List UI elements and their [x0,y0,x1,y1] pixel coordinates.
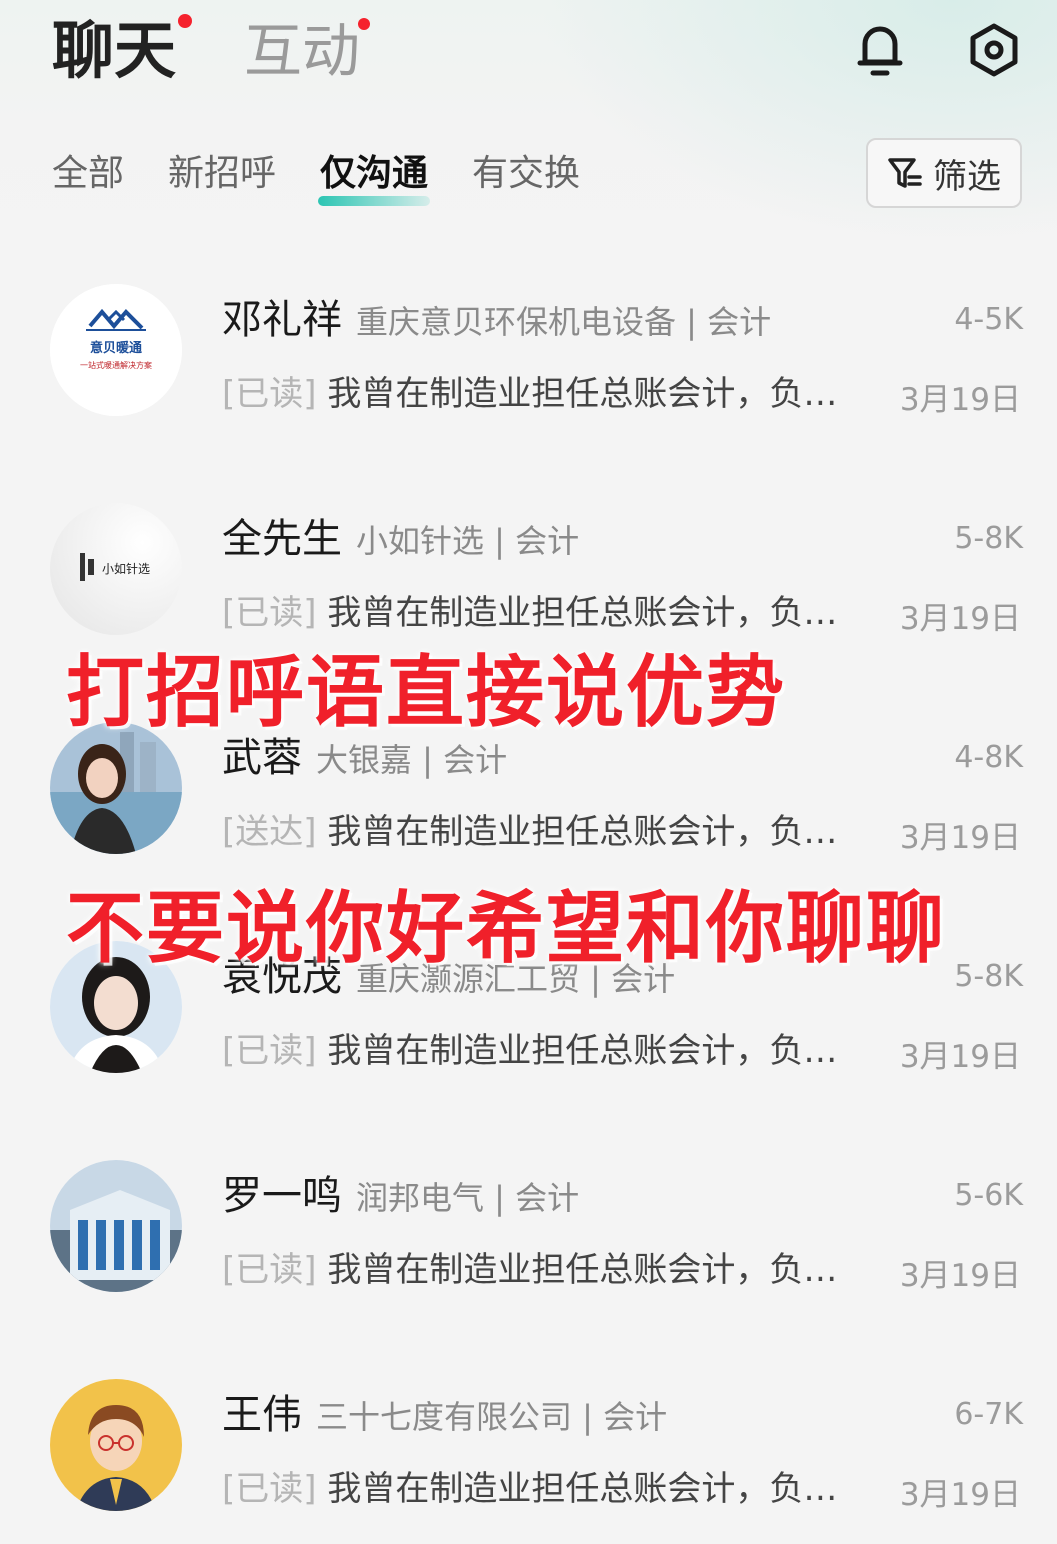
overlay-caption-advantage: 打招呼语直接说优势 [66,648,787,738]
message-text: 我曾在制造业担任总账会计，负… [327,1250,838,1290]
last-message: [送达] 我曾在制造业担任总账会计，负… [222,810,837,854]
company-text: 小如针选 | 会计 [356,522,580,560]
last-message: [已读] 我曾在制造业担任总账会计，负… [222,1467,837,1511]
avatar [50,1160,182,1292]
delivery-status: [送达] [222,812,317,852]
tab-chat[interactable]: 聊天 [52,14,193,88]
subtab-all[interactable]: 全部 [52,148,124,200]
filter-button[interactable]: 筛选 [866,138,1022,208]
salary-range: 5-8K [954,521,1023,556]
subtab-communicated[interactable]: 仅沟通 [318,148,431,206]
avatar [50,1379,182,1511]
tab-interaction[interactable]: 互动 [244,14,371,88]
name-text: 邓礼祥 [222,297,342,343]
salary-range: 4-5K [954,302,1023,337]
salary-range: 5-8K [954,959,1023,994]
settings-gear-icon[interactable] [962,18,1026,82]
message-time: 3月19日 [899,1258,1021,1294]
active-underline [318,196,431,206]
read-status: [已读] [222,593,317,633]
subtab-communicated-label: 仅沟通 [320,153,429,194]
read-status: [已读] [222,1031,317,1071]
message-time: 3月19日 [899,382,1021,418]
filter-label: 筛选 [933,156,1001,197]
company-text: 润邦电气 | 会计 [356,1179,580,1217]
read-status: [已读] [222,374,317,414]
message-text: 我曾在制造业担任总账会计，负… [327,593,838,633]
name-text: 罗一鸣 [222,1173,342,1219]
message-text: 我曾在制造业担任总账会计，负… [327,1031,838,1071]
avatar: 意贝暖通 一站式暖通解决方案 [50,284,182,416]
contact-name: 邓礼祥 重庆意贝环保机电设备 | 会计 [222,296,771,346]
subtab-exchanged-label: 有交换 [472,153,581,194]
avatar-logo-text: 意贝暖通 [90,340,142,356]
message-time: 3月19日 [899,601,1021,637]
salary-range: 6-7K [954,1397,1023,1432]
company-text: 重庆意贝环保机电设备 | 会计 [356,303,772,341]
read-status: [已读] [222,1469,317,1509]
unread-dot [178,14,193,28]
company-text: 大银嘉 | 会计 [316,741,508,779]
tab-chat-label: 聊天 [52,14,177,87]
avatar: 小如针选 [50,503,182,635]
chat-item[interactable]: 小如针选 全先生 小如针选 | 会计 5-8K [已读] 我曾在制造业担任总账会计… [0,497,1057,647]
chat-item[interactable]: 王伟 三十七度有限公司 | 会计 6-7K [已读] 我曾在制造业担任总账会计，负… [0,1373,1057,1523]
subtab-new-greeting[interactable]: 新招呼 [168,148,276,200]
filter-funnel-icon [888,158,922,188]
avatar-logo-subtext: 一站式暖通解决方案 [80,360,152,370]
salary-range: 5-6K [954,1178,1023,1213]
name-text: 全先生 [222,516,342,562]
message-time: 3月19日 [899,820,1021,856]
last-message: [已读] 我曾在制造业担任总账会计，负… [222,591,837,635]
read-status: [已读] [222,1250,317,1290]
top-tabs: 聊天 互动 [52,14,371,88]
salary-range: 4-8K [954,740,1023,775]
name-text: 王伟 [222,1392,302,1438]
last-message: [已读] 我曾在制造业担任总账会计，负… [222,1029,837,1073]
avatar-logo-text: 小如针选 [102,561,150,576]
subtab-exchanged[interactable]: 有交换 [472,148,580,200]
subtab-new-greeting-label: 新招呼 [168,153,277,194]
tab-interaction-label: 互动 [244,17,361,85]
unread-dot [358,18,371,30]
last-message: [已读] 我曾在制造业担任总账会计，负… [222,372,837,416]
message-text: 我曾在制造业担任总账会计，负… [327,374,838,414]
contact-name: 王伟 三十七度有限公司 | 会计 [222,1391,667,1441]
last-message: [已读] 我曾在制造业担任总账会计，负… [222,1248,837,1292]
contact-name: 罗一鸣 润邦电气 | 会计 [222,1172,579,1222]
notification-bell-icon[interactable] [848,18,912,82]
message-text: 我曾在制造业担任总账会计，负… [327,812,838,852]
overlay-caption-avoid-greeting: 不要说你好希望和你聊聊 [66,884,947,974]
chat-list-screen: 聊天 互动 全部 新招呼 仅沟通 有交换 筛选 意贝暖通 一站式暖通解决方案 邓… [0,0,1057,1544]
message-text: 我曾在制造业担任总账会计，负… [327,1469,838,1509]
message-time: 3月19日 [899,1039,1021,1075]
chat-item[interactable]: 罗一鸣 润邦电气 | 会计 5-6K [已读] 我曾在制造业担任总账会计，负… 3… [0,1154,1057,1304]
filter-tabs: 全部 新招呼 仅沟通 有交换 [52,148,580,206]
subtab-all-label: 全部 [52,153,125,194]
contact-name: 全先生 小如针选 | 会计 [222,515,579,565]
company-text: 三十七度有限公司 | 会计 [316,1398,668,1436]
chat-item[interactable]: 意贝暖通 一站式暖通解决方案 邓礼祥 重庆意贝环保机电设备 | 会计 4-5K [… [0,278,1057,428]
message-time: 3月19日 [899,1477,1021,1513]
